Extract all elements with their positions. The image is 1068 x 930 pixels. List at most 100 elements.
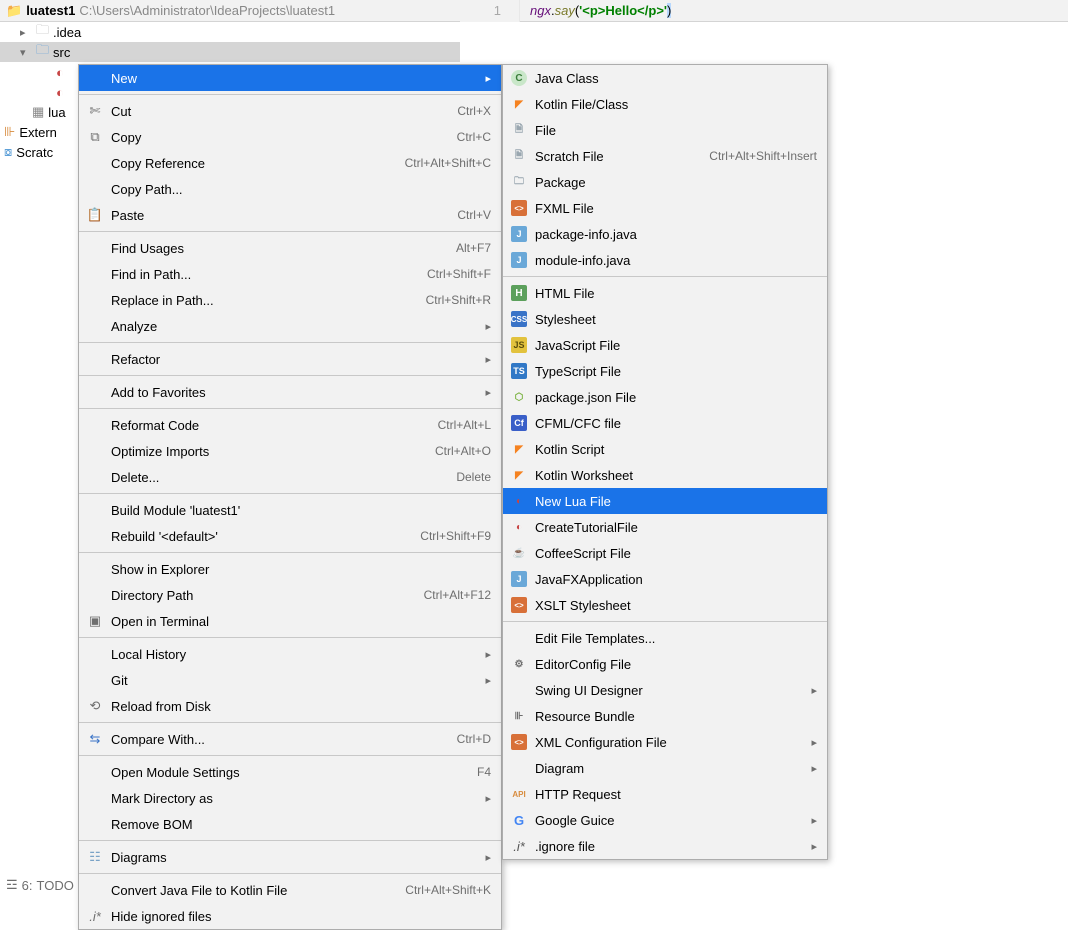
ignore-icon: .i* bbox=[513, 839, 525, 854]
menu-coffeescript-file[interactable]: ☕CoffeeScript File bbox=[503, 540, 827, 566]
context-menu: New▸ ✄CutCtrl+X ⧉CopyCtrl+C Copy Referen… bbox=[78, 64, 502, 930]
kotlin-icon: ◤ bbox=[511, 441, 527, 457]
class-icon: C bbox=[511, 70, 527, 86]
menu-find-usages[interactable]: Find UsagesAlt+F7 bbox=[79, 235, 501, 261]
html-icon: H bbox=[511, 285, 527, 301]
menu-javascript-file[interactable]: JSJavaScript File bbox=[503, 332, 827, 358]
menu-package-json[interactable]: ⬡package.json File bbox=[503, 384, 827, 410]
menu-find-in-path[interactable]: Find in Path...Ctrl+Shift+F bbox=[79, 261, 501, 287]
menu-hide-ignored[interactable]: .i*Hide ignored files bbox=[79, 903, 501, 929]
menu-http-request[interactable]: APIHTTP Request bbox=[503, 781, 827, 807]
menu-diagrams[interactable]: ☷Diagrams▸ bbox=[79, 844, 501, 870]
reload-icon: ⟲ bbox=[85, 698, 105, 714]
menu-new-lua-file[interactable]: ◐New Lua File bbox=[503, 488, 827, 514]
menu-local-history[interactable]: Local History▸ bbox=[79, 641, 501, 667]
menu-copy[interactable]: ⧉CopyCtrl+C bbox=[79, 124, 501, 150]
menu-analyze[interactable]: Analyze▸ bbox=[79, 313, 501, 339]
menu-package-info[interactable]: Jpackage-info.java bbox=[503, 221, 827, 247]
file-icon: ▦ bbox=[32, 104, 44, 120]
menu-java-class[interactable]: CJava Class bbox=[503, 65, 827, 91]
project-name: luatest1 bbox=[26, 3, 75, 18]
fxml-icon: <> bbox=[511, 200, 527, 216]
menu-mark-directory[interactable]: Mark Directory as▸ bbox=[79, 785, 501, 811]
bundle-icon: ⊪ bbox=[511, 708, 527, 724]
terminal-icon: ▣ bbox=[85, 613, 105, 629]
css-icon: CSS bbox=[511, 311, 527, 327]
menu-build-module[interactable]: Build Module 'luatest1' bbox=[79, 497, 501, 523]
menu-swing-ui-designer[interactable]: Swing UI Designer▸ bbox=[503, 677, 827, 703]
package-icon: 🗀 bbox=[511, 174, 527, 190]
xml-icon: <> bbox=[511, 734, 527, 750]
menu-module-info[interactable]: Jmodule-info.java bbox=[503, 247, 827, 273]
menu-stylesheet[interactable]: CSSStylesheet bbox=[503, 306, 827, 332]
menu-replace-in-path[interactable]: Replace in Path...Ctrl+Shift+R bbox=[79, 287, 501, 313]
menu-cut[interactable]: ✄CutCtrl+X bbox=[79, 98, 501, 124]
menu-copy-reference[interactable]: Copy ReferenceCtrl+Alt+Shift+C bbox=[79, 150, 501, 176]
menu-scratch-file[interactable]: 🗎Scratch FileCtrl+Alt+Shift+Insert bbox=[503, 143, 827, 169]
lua-icon: ◐ bbox=[56, 65, 64, 80]
menu-package[interactable]: 🗀Package bbox=[503, 169, 827, 195]
json-icon: ⬡ bbox=[511, 389, 527, 405]
tree-item-src[interactable]: ▾🗀src bbox=[0, 42, 460, 62]
copy-icon: ⧉ bbox=[85, 129, 105, 145]
menu-cfml-file[interactable]: CfCFML/CFC file bbox=[503, 410, 827, 436]
todo-tab[interactable]: ☲ 6: TODO bbox=[0, 875, 74, 895]
menu-xml-config-file[interactable]: <>XML Configuration File▸ bbox=[503, 729, 827, 755]
java-icon: J bbox=[511, 571, 527, 587]
menu-convert-kotlin[interactable]: Convert Java File to Kotlin FileCtrl+Alt… bbox=[79, 877, 501, 903]
menu-editorconfig-file[interactable]: ⚙EditorConfig File bbox=[503, 651, 827, 677]
menu-optimize-imports[interactable]: Optimize ImportsCtrl+Alt+O bbox=[79, 438, 501, 464]
menu-google-guice[interactable]: GGoogle Guice▸ bbox=[503, 807, 827, 833]
google-icon: G bbox=[511, 812, 527, 828]
api-icon: API bbox=[511, 786, 527, 802]
menu-open-module-settings[interactable]: Open Module SettingsF4 bbox=[79, 759, 501, 785]
menu-show-explorer[interactable]: Show in Explorer bbox=[79, 556, 501, 582]
menu-add-favorites[interactable]: Add to Favorites▸ bbox=[79, 379, 501, 405]
project-icon: 📁 bbox=[6, 3, 22, 19]
menu-reformat[interactable]: Reformat CodeCtrl+Alt+L bbox=[79, 412, 501, 438]
menu-ignore-file[interactable]: .i*.ignore file▸ bbox=[503, 833, 827, 859]
menu-resource-bundle[interactable]: ⊪Resource Bundle bbox=[503, 703, 827, 729]
cfml-icon: Cf bbox=[511, 415, 527, 431]
menu-paste[interactable]: 📋PasteCtrl+V bbox=[79, 202, 501, 228]
menu-compare-with[interactable]: ⇆Compare With...Ctrl+D bbox=[79, 726, 501, 752]
tree-item-idea[interactable]: ▸🗀.idea bbox=[0, 22, 460, 42]
menu-reload-disk[interactable]: ⟲Reload from Disk bbox=[79, 693, 501, 719]
code-line[interactable]: ngx.say('<p>Hello</p>') bbox=[520, 0, 671, 22]
kotlin-icon: ◤ bbox=[511, 467, 527, 483]
menu-diagram[interactable]: Diagram▸ bbox=[503, 755, 827, 781]
lua-icon: ◐ bbox=[56, 85, 64, 100]
menu-new[interactable]: New▸ bbox=[79, 65, 501, 91]
menu-kotlin-worksheet[interactable]: ◤Kotlin Worksheet bbox=[503, 462, 827, 488]
menu-javafx-application[interactable]: JJavaFXApplication bbox=[503, 566, 827, 592]
menu-fxml-file[interactable]: <>FXML File bbox=[503, 195, 827, 221]
project-path: C:\Users\Administrator\IdeaProjects\luat… bbox=[79, 3, 335, 18]
compare-icon: ⇆ bbox=[85, 731, 105, 747]
menu-open-terminal[interactable]: ▣Open in Terminal bbox=[79, 608, 501, 634]
cut-icon: ✄ bbox=[85, 103, 105, 119]
menu-create-tutorial-file[interactable]: ◐CreateTutorialFile bbox=[503, 514, 827, 540]
menu-delete[interactable]: Delete...Delete bbox=[79, 464, 501, 490]
breadcrumb[interactable]: 📁 luatest1 C:\Users\Administrator\IdeaPr… bbox=[0, 3, 341, 19]
java-icon: J bbox=[511, 226, 527, 242]
menu-kotlin-script[interactable]: ◤Kotlin Script bbox=[503, 436, 827, 462]
kotlin-icon: ◤ bbox=[511, 96, 527, 112]
menu-kotlin-file-class[interactable]: ◤Kotlin File/Class bbox=[503, 91, 827, 117]
coffee-icon: ☕ bbox=[511, 545, 527, 561]
lib-icon: ⊪ bbox=[4, 124, 15, 140]
menu-xslt-stylesheet[interactable]: <>XSLT Stylesheet bbox=[503, 592, 827, 618]
menu-remove-bom[interactable]: Remove BOM bbox=[79, 811, 501, 837]
menu-directory-path[interactable]: Directory PathCtrl+Alt+F12 bbox=[79, 582, 501, 608]
ts-icon: TS bbox=[511, 363, 527, 379]
menu-refactor[interactable]: Refactor▸ bbox=[79, 346, 501, 372]
folder-icon: 🗀 bbox=[36, 21, 49, 43]
menu-file[interactable]: 🗎File bbox=[503, 117, 827, 143]
menu-typescript-file[interactable]: TSTypeScript File bbox=[503, 358, 827, 384]
menu-edit-file-templates[interactable]: Edit File Templates... bbox=[503, 625, 827, 651]
menu-copy-path[interactable]: Copy Path... bbox=[79, 176, 501, 202]
menu-git[interactable]: Git▸ bbox=[79, 667, 501, 693]
lua-icon: ◐ bbox=[511, 519, 527, 535]
menu-rebuild[interactable]: Rebuild '<default>'Ctrl+Shift+F9 bbox=[79, 523, 501, 549]
editor[interactable]: 1 ngx.say('<p>Hello</p>') bbox=[460, 0, 1068, 22]
menu-html-file[interactable]: HHTML File bbox=[503, 280, 827, 306]
